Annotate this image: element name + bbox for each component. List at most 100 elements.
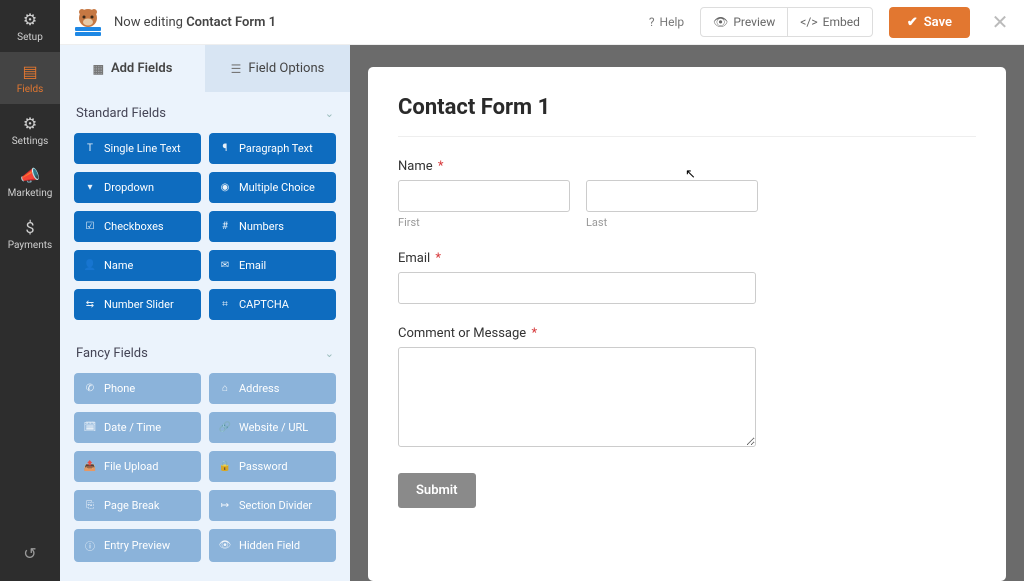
field-icon: T <box>84 143 96 154</box>
field-pill-multiple-choice[interactable]: ◉ Multiple Choice <box>209 172 336 203</box>
field-pill-date-time[interactable]: 🗓Date / Time <box>74 412 201 443</box>
field-icon: 📤 <box>84 461 96 472</box>
form-icon: ▤ <box>22 62 37 81</box>
preview-label: Preview <box>733 15 775 29</box>
nav-rail: ⚙ Setup ▤ Fields ⚙ Settings 📣 Marketing … <box>0 0 60 581</box>
preview-button[interactable]: 👁 Preview <box>701 8 787 36</box>
field-pill-label: Single Line Text <box>104 142 181 155</box>
dollar-icon: $ <box>26 218 35 237</box>
comment-textarea[interactable] <box>398 347 756 447</box>
eye-icon: 👁 <box>713 15 728 29</box>
group-title: Standard Fields <box>76 106 166 121</box>
field-icon: ▾ <box>84 182 96 193</box>
panel-tabs: ▦ Add Fields ☰ Field Options <box>60 45 350 92</box>
field-pill-label: Phone <box>104 382 135 395</box>
brand-logo <box>70 7 106 37</box>
nav-settings[interactable]: ⚙ Settings <box>0 104 60 156</box>
group-header-standard[interactable]: Standard Fields ⌄ <box>60 92 350 133</box>
field-pill-page-break[interactable]: ⎘Page Break <box>74 490 201 521</box>
name-label: Name * <box>398 159 976 174</box>
first-name-input[interactable] <box>398 180 570 212</box>
field-pill-single-line-text[interactable]: T Single Line Text <box>74 133 201 164</box>
embed-label: Embed <box>823 15 860 29</box>
top-bar: Now editing Contact Form 1 ? Help 👁 Prev… <box>60 0 1024 45</box>
code-icon: </> <box>800 15 817 29</box>
help-link[interactable]: ? Help <box>641 9 692 35</box>
first-sublabel: First <box>398 216 570 229</box>
label-text: Comment or Message <box>398 326 526 341</box>
field-pill-dropdown[interactable]: ▾ Dropdown <box>74 172 201 203</box>
field-icon: 👤 <box>84 260 96 271</box>
field-pill-password[interactable]: 🔒Password <box>209 451 336 482</box>
embed-button[interactable]: </> Embed <box>787 8 872 36</box>
nav-label: Setup <box>17 32 43 43</box>
field-icon: ⌗ <box>219 299 231 310</box>
submit-button[interactable]: Submit <box>398 473 476 508</box>
nav-revert[interactable]: ↺ <box>0 533 60 573</box>
email-field[interactable]: Email * <box>398 251 976 304</box>
chevron-down-icon: ⌄ <box>325 347 334 360</box>
field-pill-phone[interactable]: ✆Phone <box>74 373 201 404</box>
last-sublabel: Last <box>586 216 758 229</box>
help-icon: ? <box>649 15 655 29</box>
standard-field-grid: T Single Line Text ¶Paragraph Text ▾ Dropdow… <box>60 133 350 332</box>
editing-prefix: Now editing <box>114 15 186 30</box>
field-icon: ✉ <box>219 260 231 271</box>
field-pill-label: Section Divider <box>239 499 312 512</box>
field-pill-website-url[interactable]: 🔗 Website / URL <box>209 412 336 443</box>
field-pill-captcha[interactable]: ⌗CAPTCHA <box>209 289 336 320</box>
save-label: Save <box>924 15 952 30</box>
nav-payments[interactable]: $ Payments <box>0 208 60 260</box>
field-pill-email[interactable]: ✉Email <box>209 250 336 281</box>
field-icon: ◉ <box>219 182 231 193</box>
fields-sidebar: ▦ Add Fields ☰ Field Options Standard Fi… <box>60 45 350 581</box>
field-icon: 🔗 <box>219 422 231 433</box>
nav-setup[interactable]: ⚙ Setup <box>0 0 60 52</box>
field-pill-label: Address <box>239 382 279 395</box>
field-pill-label: Multiple Choice <box>239 181 315 194</box>
label-text: Name <box>398 159 433 174</box>
nav-label: Payments <box>8 240 52 251</box>
tab-field-options[interactable]: ☰ Field Options <box>205 45 350 92</box>
field-pill-label: File Upload <box>104 460 158 473</box>
field-pill-label: Website / URL <box>239 421 308 434</box>
field-pill-entry-preview[interactable]: ⓘEntry Preview <box>74 529 201 562</box>
field-pill-address[interactable]: ⌂Address <box>209 373 336 404</box>
field-pill-checkboxes[interactable]: ☑Checkboxes <box>74 211 201 242</box>
nav-label: Marketing <box>8 188 53 199</box>
group-header-fancy[interactable]: Fancy Fields ⌄ <box>60 332 350 373</box>
field-pill-label: Entry Preview <box>104 539 170 552</box>
undo-icon: ↺ <box>23 544 36 563</box>
comment-field[interactable]: Comment or Message * <box>398 326 976 451</box>
field-pill-label: Numbers <box>239 220 284 233</box>
close-button[interactable]: ✕ <box>990 12 1010 32</box>
field-pill-number-slider[interactable]: ⇆Number Slider <box>74 289 201 320</box>
field-pill-label: Paragraph Text <box>239 142 313 155</box>
preview-embed-group: 👁 Preview </> Embed <box>700 7 873 37</box>
nav-marketing[interactable]: 📣 Marketing <box>0 156 60 208</box>
tab-add-fields[interactable]: ▦ Add Fields <box>60 45 205 92</box>
field-pill-paragraph-text[interactable]: ¶Paragraph Text <box>209 133 336 164</box>
field-pill-name[interactable]: 👤Name <box>74 250 201 281</box>
sliders-icon: ⚙ <box>23 114 37 133</box>
field-pill-label: Hidden Field <box>239 539 300 552</box>
name-field[interactable]: Name * First Last <box>398 159 976 229</box>
field-pill-label: Date / Time <box>104 421 161 434</box>
email-input[interactable] <box>398 272 756 304</box>
required-asterisk: * <box>435 251 441 266</box>
field-pill-label: Dropdown <box>104 181 154 194</box>
field-pill-numbers[interactable]: # Numbers <box>209 211 336 242</box>
field-icon: # <box>219 221 231 232</box>
bullhorn-icon: 📣 <box>20 166 40 185</box>
nav-label: Fields <box>17 84 44 95</box>
field-pill-section-divider[interactable]: ↦Section Divider <box>209 490 336 521</box>
field-pill-file-upload[interactable]: 📤 File Upload <box>74 451 201 482</box>
comment-label: Comment or Message * <box>398 326 976 341</box>
field-pill-hidden-field[interactable]: 👁Hidden Field <box>209 529 336 562</box>
save-button[interactable]: ✔ Save <box>889 7 970 38</box>
help-label: Help <box>660 15 685 29</box>
nav-fields[interactable]: ▤ Fields <box>0 52 60 104</box>
form-preview-card: Contact Form 1 Name * First <box>368 67 1006 581</box>
preview-area: Contact Form 1 Name * First <box>350 45 1024 581</box>
last-name-input[interactable] <box>586 180 758 212</box>
